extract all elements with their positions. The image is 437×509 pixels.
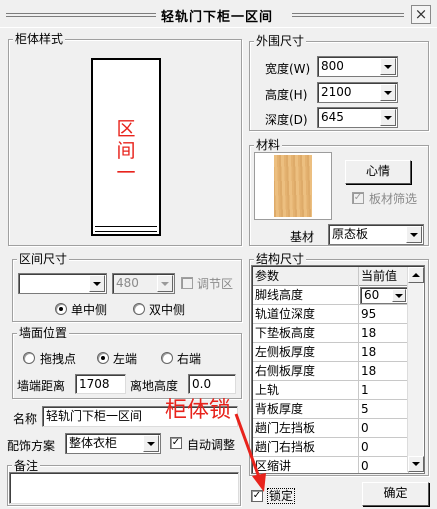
wall-distance-input[interactable]: 1708 (75, 374, 126, 394)
material-swatch-frame[interactable] (254, 152, 332, 220)
table-row[interactable]: 趟门右挡板 0 (253, 438, 409, 457)
decor-scheme-select[interactable]: 整体衣柜 (65, 433, 161, 454)
table-vertical-scrollbar[interactable] (407, 267, 424, 472)
chevron-down-icon (395, 293, 403, 298)
close-button[interactable]: × (411, 5, 431, 24)
chevron-down-icon (384, 115, 392, 120)
footline-dropdown-button[interactable] (392, 289, 406, 302)
footline-height-select[interactable]: 60 (360, 287, 408, 304)
adjust-zone-label: 调节区 (197, 277, 234, 291)
table-row[interactable]: 左侧板厚度 18 (253, 343, 409, 362)
adjust-zone-checkbox[interactable] (181, 277, 193, 289)
height-dropdown-button[interactable] (380, 84, 396, 101)
left-end-label: 左端 (113, 352, 138, 366)
remark-label: 备注 (12, 459, 41, 473)
wall-position-label: 墙面位置 (17, 326, 70, 340)
double-middle-label: 双中侧 (149, 303, 186, 317)
interval-width-select[interactable]: 480 (112, 273, 175, 294)
interval-select[interactable] (18, 273, 107, 294)
cabinet-preview[interactable]: 区 间 一 (91, 58, 161, 236)
table-row[interactable]: 轨道位深度 95 (253, 305, 409, 324)
column-header-value[interactable]: 当前值 (359, 267, 409, 286)
single-middle-radio[interactable] (55, 303, 67, 315)
table-row[interactable]: 趟门左挡板 0 (253, 419, 409, 438)
board-filter-label: 板材筛选 (369, 192, 418, 206)
table-row[interactable]: 背板厚度 5 (253, 400, 409, 419)
cabinet-base-line (95, 226, 157, 232)
interval-width-dropdown-button[interactable] (157, 275, 173, 292)
base-material-dropdown-button[interactable] (406, 226, 422, 243)
floor-height-label: 离地高度 (130, 379, 179, 393)
chevron-down-icon (384, 90, 392, 95)
depth-select[interactable]: 645 (317, 107, 398, 128)
cabinet-preview-text: 区 间 一 (116, 118, 136, 184)
chevron-down-icon (161, 281, 169, 286)
board-filter-checkbox[interactable]: ✓ (352, 192, 364, 204)
chevron-down-icon (93, 281, 101, 286)
depth-label: 深度(D) (265, 113, 308, 127)
close-icon: × (414, 5, 428, 23)
auto-adjust-label: 自动调整 (187, 438, 236, 452)
wood-texture-swatch (274, 155, 312, 217)
floor-height-input[interactable]: 0.0 (188, 374, 236, 394)
base-material-label: 基材 (290, 230, 315, 244)
cabinet-style-label: 柜体样式 (13, 32, 66, 46)
structure-table[interactable]: 参数 当前值 脚线高度 60 轨道位深度 95 下垫板高度 18 左侧板厚度 18 右… (251, 265, 425, 474)
decor-scheme-label: 配饰方案 (7, 439, 56, 453)
table-row[interactable]: 区缩讲 0 (253, 457, 409, 473)
double-middle-radio[interactable] (133, 303, 145, 315)
name-label: 名称 (13, 412, 38, 426)
column-header-param[interactable]: 参数 (253, 267, 359, 286)
interval-size-label: 区间尺寸 (17, 252, 70, 266)
annotation-arrow-icon (234, 413, 266, 492)
width-select[interactable]: 800 (317, 56, 398, 77)
window-title: 轻轨门下柜一区间 (157, 6, 278, 25)
wall-distance-label: 墙端距离 (17, 379, 66, 393)
depth-dropdown-button[interactable] (380, 109, 396, 126)
material-label: 材料 (254, 138, 283, 152)
table-row[interactable]: 右侧板厚度 18 (253, 362, 409, 381)
confirm-button[interactable]: 确定 (362, 482, 429, 506)
title-bar: 轻轨门下柜一区间 × (0, 0, 437, 28)
table-header: 参数 当前值 (253, 267, 409, 286)
table-row[interactable]: 下垫板高度 18 (253, 324, 409, 343)
chevron-down-icon (147, 441, 155, 446)
scroll-up-button[interactable] (408, 267, 424, 283)
width-dropdown-button[interactable] (380, 58, 396, 75)
lock-label: 锁定 (267, 488, 296, 504)
height-select[interactable]: 2100 (317, 82, 398, 103)
structure-size-label: 结构尺寸 (254, 252, 307, 266)
right-end-radio[interactable] (161, 352, 173, 364)
title-stripes-right (292, 13, 404, 17)
annotation-text: 柜体锁 (165, 398, 232, 423)
right-end-label: 右端 (177, 352, 202, 366)
width-label: 宽度(W) (265, 62, 311, 76)
title-stripes-left (6, 13, 156, 17)
chevron-down-icon (384, 64, 392, 69)
table-row[interactable]: 上轨 1 (253, 381, 409, 400)
interval-dropdown-button[interactable] (89, 275, 105, 292)
height-label: 高度(H) (265, 88, 308, 102)
chevron-down-icon (412, 462, 420, 466)
left-end-radio[interactable] (97, 352, 109, 364)
feel-button[interactable]: 心情 (345, 160, 411, 184)
decor-scheme-dropdown-button[interactable] (143, 435, 159, 452)
table-row[interactable]: 脚线高度 60 (253, 286, 409, 305)
drag-point-label: 拖拽点 (40, 352, 77, 366)
outer-size-label: 外围尺寸 (254, 34, 307, 48)
drag-point-radio[interactable] (23, 352, 35, 364)
chevron-up-icon (412, 273, 420, 277)
base-material-select[interactable]: 原态板 (328, 224, 424, 245)
remark-input[interactable] (9, 472, 239, 504)
auto-adjust-checkbox[interactable]: ✓ (170, 437, 182, 449)
chevron-down-icon (410, 232, 418, 237)
scroll-down-button[interactable] (408, 456, 424, 472)
single-middle-label: 单中侧 (71, 303, 108, 317)
